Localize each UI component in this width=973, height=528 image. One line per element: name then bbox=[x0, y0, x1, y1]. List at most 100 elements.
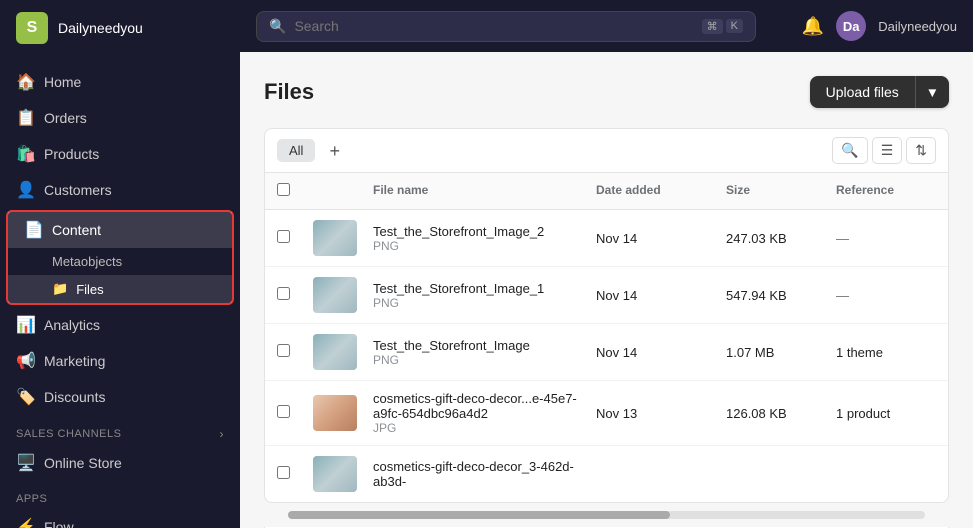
search-icon: 🔍 bbox=[269, 18, 286, 35]
cmd-key: ⌘ bbox=[702, 19, 723, 34]
sidebar-item-online-store-label: Online Store bbox=[44, 455, 122, 471]
thumb-image bbox=[313, 277, 357, 313]
row-checkbox[interactable] bbox=[277, 344, 313, 360]
topbar-right: 🔔 Da Dailyneedyou bbox=[802, 11, 957, 41]
file-date: Nov 13 bbox=[596, 406, 726, 421]
sidebar-item-customers-label: Customers bbox=[44, 182, 112, 198]
file-reference: — bbox=[836, 288, 936, 303]
th-preview bbox=[313, 183, 373, 199]
sidebar-item-customers[interactable]: 👤 Customers bbox=[0, 172, 240, 208]
row-checkbox[interactable] bbox=[277, 466, 313, 482]
topbar: 🔍 ⌘ K 🔔 Da Dailyneedyou bbox=[240, 0, 973, 52]
notification-bell-icon[interactable]: 🔔 bbox=[802, 16, 824, 37]
metaobjects-label: Metaobjects bbox=[52, 254, 122, 269]
sidebar: S Dailyneedyou 🏠 Home 📋 Orders 🛍️ Produc… bbox=[0, 0, 240, 528]
analytics-icon: 📊 bbox=[16, 315, 34, 335]
sidebar-item-discounts-label: Discounts bbox=[44, 389, 105, 405]
file-ext: PNG bbox=[373, 296, 596, 310]
search-input[interactable] bbox=[294, 18, 693, 34]
sidebar-item-analytics[interactable]: 📊 Analytics bbox=[0, 307, 240, 343]
filter-bar: All + 🔍 ☰ ⇅ bbox=[264, 128, 949, 173]
online-store-icon: 🖥️ bbox=[16, 453, 34, 473]
file-info: cosmetics-gift-deco-decor...e-45e7-a9fc-… bbox=[373, 391, 596, 435]
upload-files-button[interactable]: Upload files bbox=[810, 76, 915, 108]
k-key: K bbox=[726, 19, 743, 33]
file-info: Test_the_Storefront_Image PNG bbox=[373, 338, 596, 367]
chevron-right-icon: › bbox=[220, 427, 225, 441]
sidebar-item-orders[interactable]: 📋 Orders bbox=[0, 100, 240, 136]
file-date: Nov 14 bbox=[596, 288, 726, 303]
sidebar-item-home[interactable]: 🏠 Home bbox=[0, 64, 240, 100]
discounts-icon: 🏷️ bbox=[16, 387, 34, 407]
search-box[interactable]: 🔍 ⌘ K bbox=[256, 11, 756, 42]
table-row: Test_the_Storefront_Image_1 PNG Nov 14 5… bbox=[265, 267, 948, 324]
file-date: Nov 14 bbox=[596, 345, 726, 360]
thumb-image bbox=[313, 334, 357, 370]
filter-left: All + bbox=[277, 139, 346, 162]
apps-section: Apps bbox=[0, 481, 240, 509]
file-thumbnail bbox=[313, 334, 357, 370]
sales-channels-section: Sales channels › bbox=[0, 415, 240, 445]
horizontal-scrollbar[interactable] bbox=[288, 511, 925, 519]
sidebar-item-flow[interactable]: ⚡ Flow bbox=[0, 509, 240, 528]
shopify-logo-icon: S bbox=[16, 12, 48, 44]
sidebar-nav: 🏠 Home 📋 Orders 🛍️ Products 👤 Customers … bbox=[0, 56, 240, 528]
file-thumbnail bbox=[313, 220, 357, 256]
scrollbar-thumb[interactable] bbox=[288, 511, 670, 519]
upload-files-chevron-button[interactable]: ▼ bbox=[915, 76, 949, 108]
sidebar-sub-files[interactable]: 📁 Files bbox=[8, 275, 232, 303]
search-icon: 🔍 bbox=[841, 142, 858, 158]
sort-icon: ⇅ bbox=[915, 142, 927, 158]
file-info: Test_the_Storefront_Image_2 PNG bbox=[373, 224, 596, 253]
file-reference: 1 product bbox=[836, 406, 936, 421]
search-filter-button[interactable]: 🔍 bbox=[832, 137, 867, 164]
file-ext: JPG bbox=[373, 421, 596, 435]
table-row: Test_the_Storefront_Image PNG Nov 14 1.0… bbox=[265, 324, 948, 381]
page-content: Files Upload files ▼ All + 🔍 ☰ bbox=[240, 52, 973, 528]
thumb-image bbox=[313, 220, 357, 256]
table-row: cosmetics-gift-deco-decor...e-45e7-a9fc-… bbox=[265, 381, 948, 446]
file-thumbnail bbox=[313, 277, 357, 313]
table-header: File name Date added Size Reference bbox=[265, 173, 948, 210]
select-all-checkbox[interactable] bbox=[277, 183, 290, 196]
sidebar-item-online-store[interactable]: 🖥️ Online Store bbox=[0, 445, 240, 481]
sidebar-item-analytics-label: Analytics bbox=[44, 317, 100, 333]
file-reference: — bbox=[836, 231, 936, 246]
row-checkbox[interactable] bbox=[277, 405, 313, 421]
th-filename: File name bbox=[373, 183, 596, 199]
customers-icon: 👤 bbox=[16, 180, 34, 200]
sidebar-item-products[interactable]: 🛍️ Products bbox=[0, 136, 240, 172]
flow-icon: ⚡ bbox=[16, 517, 34, 528]
file-ext: PNG bbox=[373, 353, 596, 367]
chevron-down-icon: ▼ bbox=[926, 85, 939, 100]
file-name: Test_the_Storefront_Image_1 bbox=[373, 281, 596, 296]
sort-order-button[interactable]: ⇅ bbox=[906, 137, 936, 164]
th-checkbox bbox=[277, 183, 313, 199]
sidebar-sub-metaobjects[interactable]: Metaobjects bbox=[8, 248, 232, 275]
file-size: 247.03 KB bbox=[726, 231, 836, 246]
files-label: Files bbox=[76, 282, 103, 297]
filter-tab-all[interactable]: All bbox=[277, 139, 315, 162]
th-reference: Reference bbox=[836, 183, 936, 199]
table-row: cosmetics-gift-deco-decor_3-462d-ab3d- bbox=[265, 446, 948, 502]
row-checkbox[interactable] bbox=[277, 287, 313, 303]
sidebar-item-content[interactable]: 📄 Content bbox=[8, 212, 232, 248]
file-thumbnail bbox=[313, 395, 357, 431]
filter-add-button[interactable]: + bbox=[323, 140, 346, 162]
orders-icon: 📋 bbox=[16, 108, 34, 128]
products-icon: 🛍️ bbox=[16, 144, 34, 164]
file-reference: 1 theme bbox=[836, 345, 936, 360]
sidebar-item-discounts[interactable]: 🏷️ Discounts bbox=[0, 379, 240, 415]
file-thumbnail bbox=[313, 456, 357, 492]
sidebar-item-marketing-label: Marketing bbox=[44, 353, 105, 369]
th-size: Size bbox=[726, 183, 836, 199]
file-ext: PNG bbox=[373, 239, 596, 253]
sort-filter-button[interactable]: ☰ bbox=[872, 137, 903, 164]
page-header: Files Upload files ▼ bbox=[264, 76, 949, 108]
avatar[interactable]: Da bbox=[836, 11, 866, 41]
sidebar-item-marketing[interactable]: 📢 Marketing bbox=[0, 343, 240, 379]
filter-icon: ☰ bbox=[881, 142, 894, 158]
sidebar-item-flow-label: Flow bbox=[44, 519, 74, 528]
row-checkbox[interactable] bbox=[277, 230, 313, 246]
file-name: Test_the_Storefront_Image bbox=[373, 338, 596, 353]
